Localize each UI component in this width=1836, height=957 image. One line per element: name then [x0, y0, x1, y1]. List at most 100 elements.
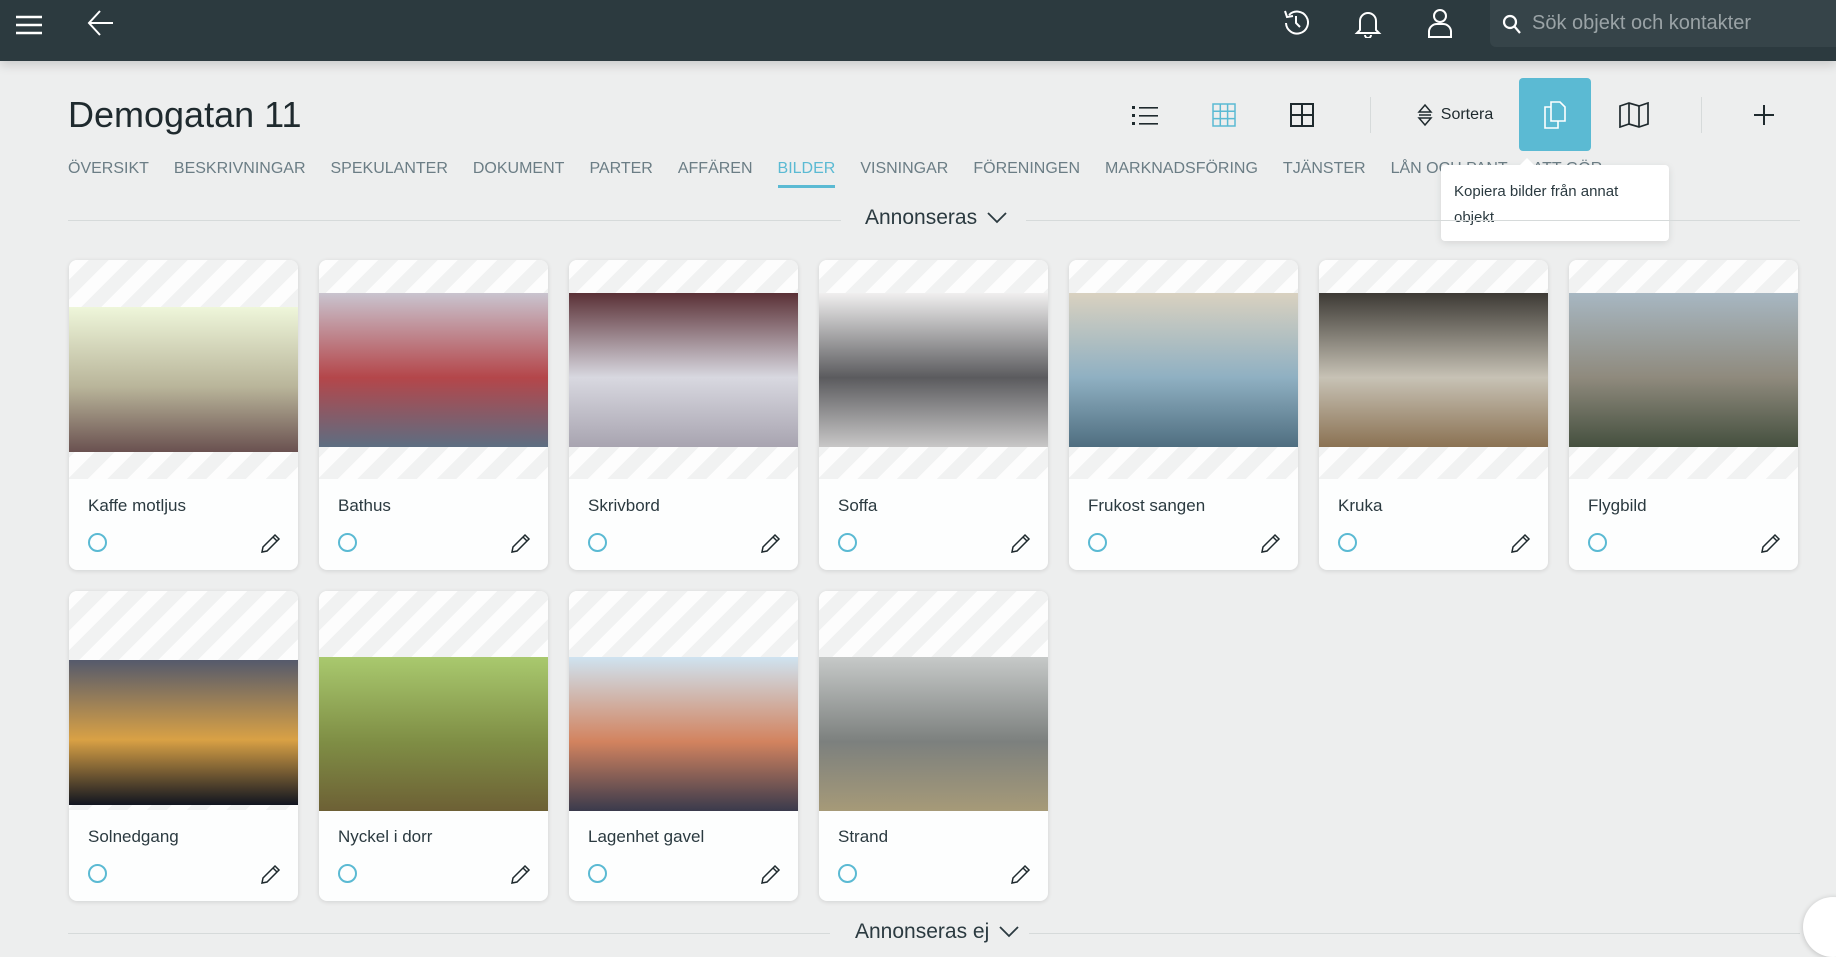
tab-spekulanter[interactable]: SPEKULANTER [331, 160, 448, 186]
chevron-down-icon [999, 926, 1019, 938]
sort-icon [1417, 103, 1433, 126]
image-thumbnail[interactable] [1069, 293, 1298, 447]
section-divider [68, 220, 841, 221]
chevron-down-icon [987, 212, 1007, 224]
page-title: Demogatan 11 [68, 94, 302, 135]
image-thumbnail[interactable] [69, 307, 298, 452]
tab-översikt[interactable]: ÖVERSIKT [68, 160, 149, 186]
image-label: Bathus [338, 496, 391, 515]
select-radio[interactable] [588, 864, 607, 883]
bell-icon[interactable] [1350, 5, 1386, 41]
section-label: Annonseras [865, 206, 978, 229]
tab-parter[interactable]: PARTER [589, 160, 652, 186]
pencil-icon[interactable] [510, 863, 532, 885]
tab-beskrivningar[interactable]: BESKRIVNINGAR [174, 160, 306, 186]
large-grid-icon [1290, 102, 1314, 127]
image-card[interactable]: Flygbild [1569, 260, 1798, 570]
select-radio[interactable] [1588, 533, 1607, 552]
search-icon [1502, 14, 1521, 34]
section-divider [1026, 220, 1800, 221]
pencil-icon[interactable] [1760, 532, 1782, 554]
copy-tooltip: Kopiera bilder från annat objekt [1441, 158, 1669, 241]
tab-föreningen[interactable]: FÖRENINGEN [973, 160, 1080, 186]
plus-icon [1754, 104, 1774, 125]
select-radio[interactable] [1088, 533, 1107, 552]
image-card[interactable]: Kaffe motljus [69, 260, 298, 570]
search-input[interactable] [1532, 12, 1832, 35]
image-card[interactable]: Skrivbord [569, 260, 798, 570]
tab-affären[interactable]: AFFÄREN [678, 160, 753, 186]
image-label: Flygbild [1588, 496, 1647, 515]
search-box[interactable] [1490, 0, 1836, 47]
select-radio[interactable] [1338, 533, 1357, 552]
help-widget-button[interactable] [1803, 897, 1836, 957]
pencil-icon[interactable] [1010, 532, 1032, 554]
tab-dokument[interactable]: DOKUMENT [473, 160, 565, 186]
section-divider [68, 933, 830, 934]
image-label: Kaffe motljus [88, 496, 186, 515]
tab-tjänster[interactable]: TJÄNSTER [1283, 160, 1366, 186]
tab-visningar[interactable]: VISNINGAR [860, 160, 948, 186]
pencil-icon[interactable] [510, 532, 532, 554]
image-thumbnail[interactable] [569, 293, 798, 447]
pencil-icon[interactable] [260, 863, 282, 885]
image-card[interactable]: Strand [819, 591, 1048, 901]
image-label: Kruka [1338, 496, 1383, 515]
sort-label: Sortera [1440, 105, 1494, 123]
pencil-icon[interactable] [1010, 863, 1032, 885]
select-radio[interactable] [88, 533, 107, 552]
sort-button[interactable]: Sortera [1410, 78, 1500, 151]
pencil-icon[interactable] [760, 863, 782, 885]
copy-images-button[interactable] [1519, 78, 1591, 151]
image-card[interactable]: Solnedgang [69, 591, 298, 901]
image-thumbnail[interactable] [1569, 293, 1798, 447]
pencil-icon[interactable] [760, 532, 782, 554]
select-radio[interactable] [338, 533, 357, 552]
image-thumbnail[interactable] [319, 657, 548, 811]
user-icon[interactable] [1422, 5, 1458, 41]
image-label: Solnedgang [88, 827, 179, 846]
list-view-button[interactable] [1127, 78, 1163, 151]
image-label: Frukost sangen [1088, 496, 1206, 515]
image-thumbnail[interactable] [319, 293, 548, 447]
image-card[interactable]: Bathus [319, 260, 548, 570]
image-card[interactable]: Lagenhet gavel [569, 591, 798, 901]
image-thumbnail[interactable] [69, 660, 298, 805]
section-divider [1026, 933, 1800, 934]
pencil-icon[interactable] [260, 532, 282, 554]
section-label: Annonseras ej [855, 920, 990, 943]
menu-icon[interactable] [12, 8, 46, 42]
list-icon [1132, 105, 1158, 125]
select-radio[interactable] [588, 533, 607, 552]
large-grid-view-button[interactable] [1284, 78, 1320, 151]
image-card[interactable]: Nyckel i dorr [319, 591, 548, 901]
grid-view-button[interactable] [1206, 78, 1242, 151]
select-radio[interactable] [88, 864, 107, 883]
select-radio[interactable] [838, 864, 857, 883]
history-icon[interactable] [1278, 5, 1314, 41]
image-card[interactable]: Frukost sangen [1069, 260, 1298, 570]
image-thumbnail[interactable] [1319, 293, 1548, 447]
image-thumbnail[interactable] [819, 657, 1048, 811]
select-radio[interactable] [838, 533, 857, 552]
image-card[interactable]: Soffa [819, 260, 1048, 570]
image-card[interactable]: Kruka [1319, 260, 1548, 570]
tab-bilder[interactable]: BILDER [777, 160, 835, 188]
map-view-button[interactable] [1616, 78, 1652, 151]
image-thumbnail[interactable] [569, 657, 798, 811]
image-label: Lagenhet gavel [588, 827, 705, 846]
section-toggle-advertised[interactable]: Annonseras [855, 206, 1018, 230]
image-label: Skrivbord [588, 496, 660, 515]
image-label: Soffa [838, 496, 878, 515]
toolbar-divider [1370, 97, 1371, 133]
tab-marknadsföring[interactable]: MARKNADSFÖRING [1105, 160, 1258, 186]
select-radio[interactable] [338, 864, 357, 883]
section-toggle-not-advertised[interactable]: Annonseras ej [845, 920, 1030, 944]
image-thumbnail[interactable] [819, 293, 1048, 447]
toolbar-divider [1701, 97, 1702, 133]
back-arrow-icon[interactable] [84, 6, 118, 40]
image-label: Nyckel i dorr [338, 827, 433, 846]
pencil-icon[interactable] [1510, 532, 1532, 554]
pencil-icon[interactable] [1260, 532, 1282, 554]
add-button[interactable] [1746, 78, 1782, 151]
